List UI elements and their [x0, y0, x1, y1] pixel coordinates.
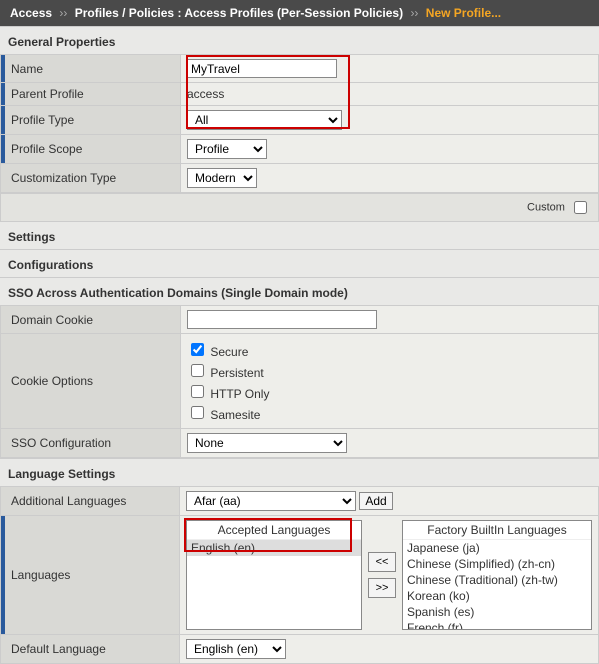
profile-scope-select[interactable]: Profile — [187, 139, 267, 159]
customization-type-label: Customization Type — [1, 164, 181, 193]
move-right-button[interactable]: >> — [368, 578, 396, 598]
language-table: Additional Languages Afar (aa) Add Langu… — [0, 486, 599, 664]
list-item[interactable]: English (en) — [187, 540, 361, 556]
breadcrumb-part2[interactable]: Profiles / Policies : Access Profiles (P… — [75, 6, 403, 20]
factory-languages-listbox[interactable]: Factory BuiltIn Languages Japanese (ja) … — [402, 520, 592, 630]
sso-configuration-select[interactable]: None — [187, 433, 347, 453]
list-item[interactable]: Chinese (Traditional) (zh-tw) — [403, 572, 591, 588]
domain-cookie-label: Domain Cookie — [1, 306, 181, 334]
accepted-header: Accepted Languages — [187, 521, 361, 540]
list-item[interactable]: Korean (ko) — [403, 588, 591, 604]
breadcrumb-sep-icon: ›› — [55, 6, 71, 20]
general-properties-table: Name Parent Profile access Profile Type … — [0, 54, 599, 193]
default-language-select[interactable]: English (en) — [186, 639, 286, 659]
breadcrumb: Access ›› Profiles / Policies : Access P… — [0, 0, 599, 26]
persistent-checkbox[interactable] — [191, 364, 204, 377]
name-label: Name — [1, 55, 181, 83]
factory-header: Factory BuiltIn Languages — [403, 521, 591, 540]
cookie-options-label: Cookie Options — [1, 334, 181, 429]
sso-table: Domain Cookie Cookie Options Secure Pers… — [0, 305, 599, 458]
move-left-button[interactable]: << — [368, 552, 396, 572]
name-input[interactable] — [187, 59, 337, 78]
general-properties-header: General Properties — [0, 26, 599, 54]
language-settings-header: Language Settings — [0, 458, 599, 486]
profile-type-label: Profile Type — [1, 106, 181, 135]
persistent-label: Persistent — [210, 366, 263, 380]
accepted-languages-listbox[interactable]: Accepted Languages English (en) — [186, 520, 362, 630]
customization-type-select[interactable]: Modern — [187, 168, 257, 188]
domain-cookie-input[interactable] — [187, 310, 377, 329]
parent-profile-label: Parent Profile — [1, 83, 181, 106]
default-language-label: Default Language — [1, 635, 180, 664]
list-item[interactable]: Japanese (ja) — [403, 540, 591, 556]
list-item[interactable]: Chinese (Simplified) (zh-cn) — [403, 556, 591, 572]
sso-header: SSO Across Authentication Domains (Singl… — [0, 277, 599, 305]
configurations-header: Configurations — [0, 249, 599, 277]
profile-type-select[interactable]: All — [187, 110, 342, 130]
settings-header: Settings — [0, 222, 599, 249]
languages-label: Languages — [1, 516, 180, 635]
sso-configuration-label: SSO Configuration — [1, 429, 181, 458]
httponly-checkbox[interactable] — [191, 385, 204, 398]
custom-row: Custom — [0, 193, 599, 222]
additional-languages-label: Additional Languages — [1, 487, 180, 516]
profile-scope-label: Profile Scope — [1, 135, 181, 164]
custom-label: Custom — [527, 201, 565, 213]
breadcrumb-part1[interactable]: Access — [10, 6, 52, 20]
secure-checkbox[interactable] — [191, 343, 204, 356]
samesite-label: Samesite — [210, 408, 260, 422]
add-language-button[interactable]: Add — [359, 492, 392, 510]
additional-languages-select[interactable]: Afar (aa) — [186, 491, 356, 511]
parent-profile-value: access — [181, 83, 599, 106]
samesite-checkbox[interactable] — [191, 406, 204, 419]
breadcrumb-new: New Profile... — [426, 6, 501, 20]
list-item[interactable]: French (fr) — [403, 620, 591, 630]
httponly-label: HTTP Only — [210, 387, 269, 401]
list-item[interactable]: Spanish (es) — [403, 604, 591, 620]
custom-checkbox[interactable] — [574, 201, 587, 214]
secure-label: Secure — [210, 345, 248, 359]
breadcrumb-sep-icon: ›› — [406, 6, 422, 20]
